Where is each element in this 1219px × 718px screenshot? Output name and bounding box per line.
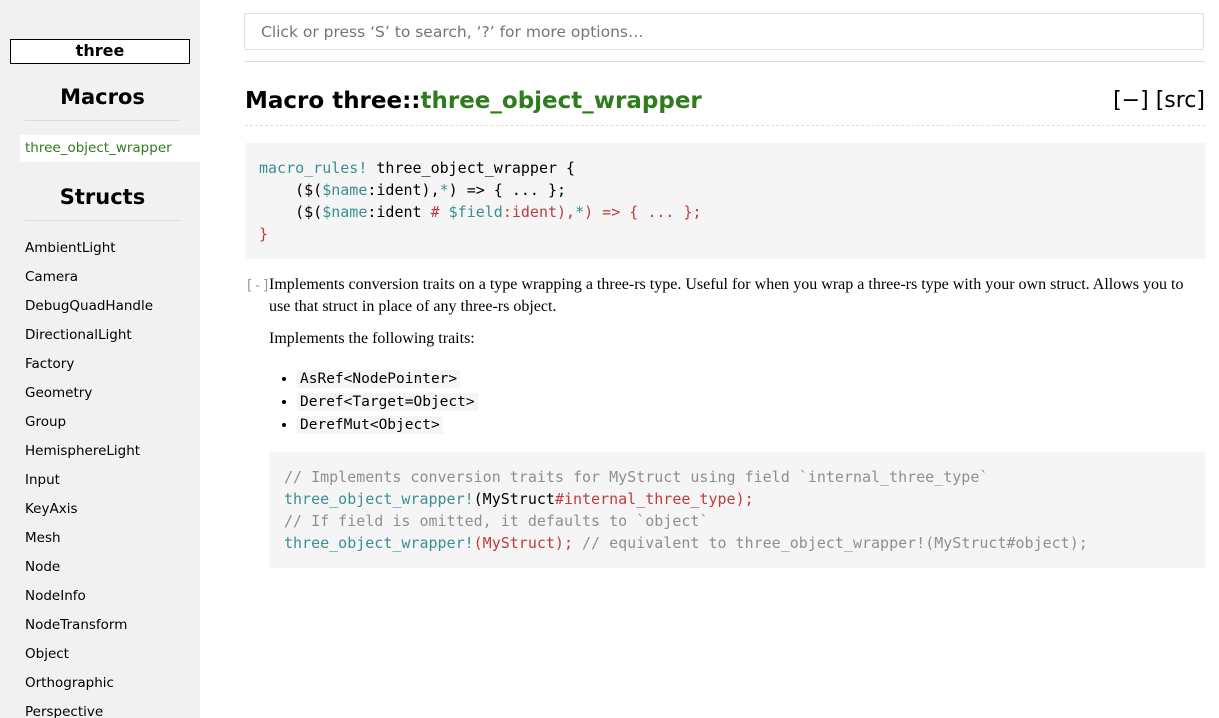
code-text: (MyStruct); [473,534,573,552]
trait-code: AsRef<NodePointer> [297,370,461,388]
doc-paragraph: Implements conversion traits on a type w… [269,276,1184,315]
decl-var: $name [322,181,368,199]
sidebar-item-struct[interactable]: Node [25,558,153,587]
code-field: #internal_three_type [554,490,736,508]
traits-list: AsRef<NodePointer> Deref<Target=Object> … [269,368,1205,436]
code-comment: // equivalent to three_object_wrapper!(M… [573,534,1088,552]
doc-collapse-toggle[interactable]: [-] [245,276,270,296]
list-item: DerefMut<Object> [297,414,1205,436]
sidebar-item-struct[interactable]: Factory [25,355,153,384]
decl-var: $name [322,203,368,221]
search-divider [244,61,1205,62]
sidebar-item-struct[interactable]: DebugQuadHandle [25,297,153,326]
crate-name-link[interactable]: three [10,39,190,64]
decl-repeat: * [575,203,585,221]
decl-text: ) => { ... }; [584,203,702,221]
sidebar-item-struct[interactable]: DirectionalLight [25,326,153,355]
decl-keyword: macro_rules! [259,159,368,177]
decl-text: ) => { ... }; [448,181,567,199]
decl-text: ($( [259,181,323,199]
decl-text: ($( [259,203,323,221]
decl-hash: # [430,203,449,221]
sidebar-item-struct[interactable]: NodeInfo [25,587,153,616]
decl-text: :ident), [502,203,576,221]
code-macro: three_object_wrapper! [284,490,474,508]
sidebar-item-struct[interactable]: Camera [25,268,153,297]
list-item: AsRef<NodePointer> [297,368,1205,390]
macro-declaration: macro_rules! three_object_wrapper { ($($… [245,143,1205,259]
decl-repeat: * [439,181,449,199]
docblock: Implements conversion traits on a type w… [269,274,1205,437]
sidebar-item-struct[interactable]: Object [25,645,153,674]
trait-code: DerefMut<Object> [297,416,443,434]
sidebar-item-struct[interactable]: Group [25,413,153,442]
code-text: ); [735,490,754,508]
sidebar-item-struct[interactable]: Orthographic [25,674,153,703]
sidebar-item-struct[interactable]: Mesh [25,529,153,558]
sidebar-item-struct[interactable]: Perspective [25,703,153,718]
title-prefix: Macro three:: [245,88,421,114]
sidebar-item-label: three_object_wrapper [25,140,172,156]
sidebar: three Macros three_object_wrapper Struct… [0,0,200,718]
sidebar-item-struct[interactable]: Input [25,471,153,500]
list-item: Deref<Target=Object> [297,391,1205,413]
title-macro-name[interactable]: three_object_wrapper [421,88,702,114]
sidebar-item-struct[interactable]: Geometry [25,384,153,413]
sidebar-item-struct[interactable]: KeyAxis [25,500,153,529]
code-text: (MyStruct [473,490,555,508]
doc-paragraph: Implements the following traits: [269,330,475,347]
decl-text: } [259,225,269,243]
decl-text: three_object_wrapper { [367,159,576,177]
sidebar-struct-list: AmbientLight Camera DebugQuadHandle Dire… [25,239,153,718]
code-comment: // If field is omitted, it defaults to `… [284,512,709,530]
decl-text: :ident [367,203,431,221]
sidebar-heading-macros[interactable]: Macros [25,84,180,121]
code-comment: // Implements conversion traits for MySt… [284,468,989,486]
trait-code: Deref<Target=Object> [297,393,478,411]
code-macro: three_object_wrapper! [284,534,474,552]
sidebar-heading-structs[interactable]: Structs [25,184,180,221]
example-code-block: // Implements conversion traits for MySt… [269,452,1205,568]
sidebar-item-three-object-wrapper[interactable]: three_object_wrapper [20,135,200,162]
sidebar-item-struct[interactable]: NodeTransform [25,616,153,645]
sidebar-item-struct[interactable]: AmbientLight [25,239,153,268]
title-actions: [−] [src] [1113,86,1205,116]
sidebar-item-struct[interactable]: HemisphereLight [25,442,153,471]
decl-var: $field [448,203,503,221]
page-title: Macro three::three_object_wrapper [245,86,702,116]
title-divider [245,125,1205,126]
collapse-all-toggle[interactable]: [−] [1113,88,1149,113]
src-link[interactable]: [src] [1156,88,1205,113]
decl-text: :ident), [367,181,440,199]
search-input[interactable] [244,13,1204,50]
